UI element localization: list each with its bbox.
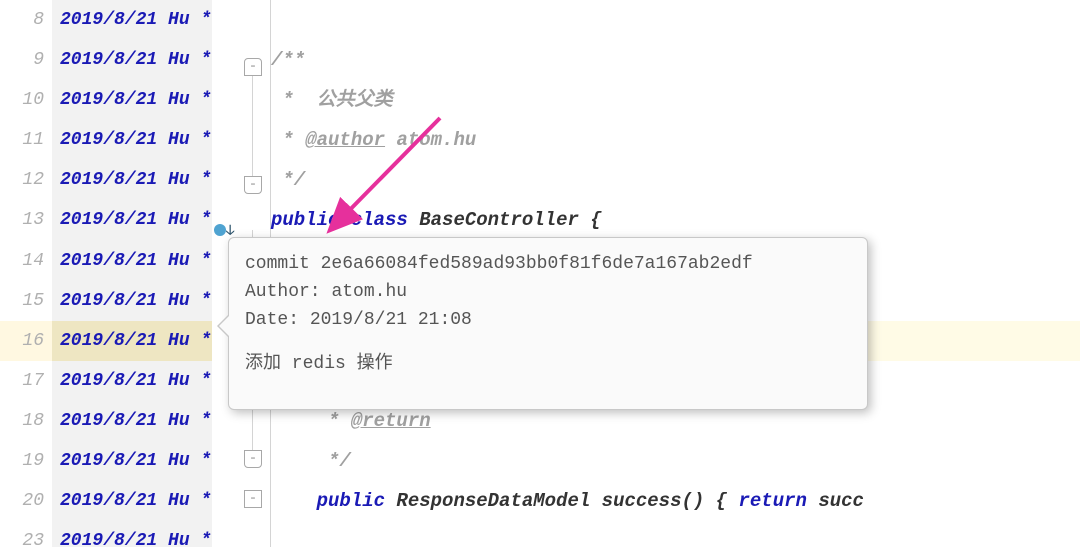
editor-root: 8 9 10 11 12 13 14 15 16 17 18 19 20 23 … xyxy=(0,0,1080,547)
line-number[interactable]: 23 xyxy=(0,521,52,547)
fold-toggle-icon[interactable]: − xyxy=(244,58,262,76)
blame-row[interactable]: 2019/8/21 Hu * xyxy=(52,361,212,401)
line-number[interactable]: 10 xyxy=(0,80,52,120)
code-line[interactable]: */ xyxy=(271,160,1080,200)
code-line[interactable]: public class BaseController { xyxy=(271,200,1080,240)
blame-row[interactable]: 2019/8/21 Hu * xyxy=(52,0,212,40)
line-number[interactable]: 14 xyxy=(0,241,52,281)
line-number[interactable]: 13 xyxy=(0,200,52,240)
line-number[interactable]: 9 xyxy=(0,40,52,80)
blame-row[interactable]: 2019/8/21 Hu * xyxy=(52,80,212,120)
line-number[interactable]: 12 xyxy=(0,160,52,200)
blame-row[interactable]: 2019/8/21 Hu * xyxy=(52,241,212,281)
blame-row[interactable]: 2019/8/21 Hu * xyxy=(52,200,212,240)
code-line[interactable]: /** xyxy=(271,40,1080,80)
line-number[interactable]: 8 xyxy=(0,0,52,40)
blame-gutter: 2019/8/21 Hu * 2019/8/21 Hu * 2019/8/21 … xyxy=(52,0,212,547)
tooltip-commit: commit 2e6a66084fed589ad93bb0f81f6de7a16… xyxy=(245,250,851,278)
blame-row[interactable]: 2019/8/21 Hu * xyxy=(52,521,212,547)
blame-row[interactable]: 2019/8/21 Hu * xyxy=(52,401,212,441)
line-number[interactable]: 17 xyxy=(0,361,52,401)
line-number[interactable]: 16 xyxy=(0,321,52,361)
fold-toggle-icon[interactable]: − xyxy=(244,490,262,508)
fold-line xyxy=(252,76,253,176)
tooltip-date: Date: 2019/8/21 21:08 xyxy=(245,306,851,334)
code-line[interactable]: * 公共父类 xyxy=(271,80,1080,120)
blame-row[interactable]: 2019/8/21 Hu * xyxy=(52,321,212,361)
line-number[interactable]: 18 xyxy=(0,401,52,441)
blame-row[interactable]: 2019/8/21 Hu * xyxy=(52,481,212,521)
line-number-gutter: 8 9 10 11 12 13 14 15 16 17 18 19 20 23 xyxy=(0,0,52,547)
code-line[interactable]: */ xyxy=(271,441,1080,481)
implements-marker-icon[interactable] xyxy=(214,224,226,236)
blame-tooltip: commit 2e6a66084fed589ad93bb0f81f6de7a16… xyxy=(228,237,868,410)
blame-row[interactable]: 2019/8/21 Hu * xyxy=(52,40,212,80)
fold-end-icon[interactable]: − xyxy=(244,176,262,194)
blame-row[interactable]: 2019/8/21 Hu * xyxy=(52,441,212,481)
code-line[interactable]: public ResponseDataModel success() { ret… xyxy=(271,481,1080,521)
line-number[interactable]: 15 xyxy=(0,281,52,321)
line-number[interactable]: 11 xyxy=(0,120,52,160)
blame-row[interactable]: 2019/8/21 Hu * xyxy=(52,120,212,160)
fold-end-icon[interactable]: − xyxy=(244,450,262,468)
code-line[interactable] xyxy=(271,0,1080,40)
blame-row[interactable]: 2019/8/21 Hu * xyxy=(52,160,212,200)
tooltip-message: 添加 redis 操作 xyxy=(245,350,851,378)
tooltip-author: Author: atom.hu xyxy=(245,278,851,306)
line-number[interactable]: 19 xyxy=(0,441,52,481)
blame-row[interactable]: 2019/8/21 Hu * xyxy=(52,281,212,321)
line-number[interactable]: 20 xyxy=(0,481,52,521)
code-line[interactable] xyxy=(271,521,1080,547)
code-line[interactable]: * @author atom.hu xyxy=(271,120,1080,160)
